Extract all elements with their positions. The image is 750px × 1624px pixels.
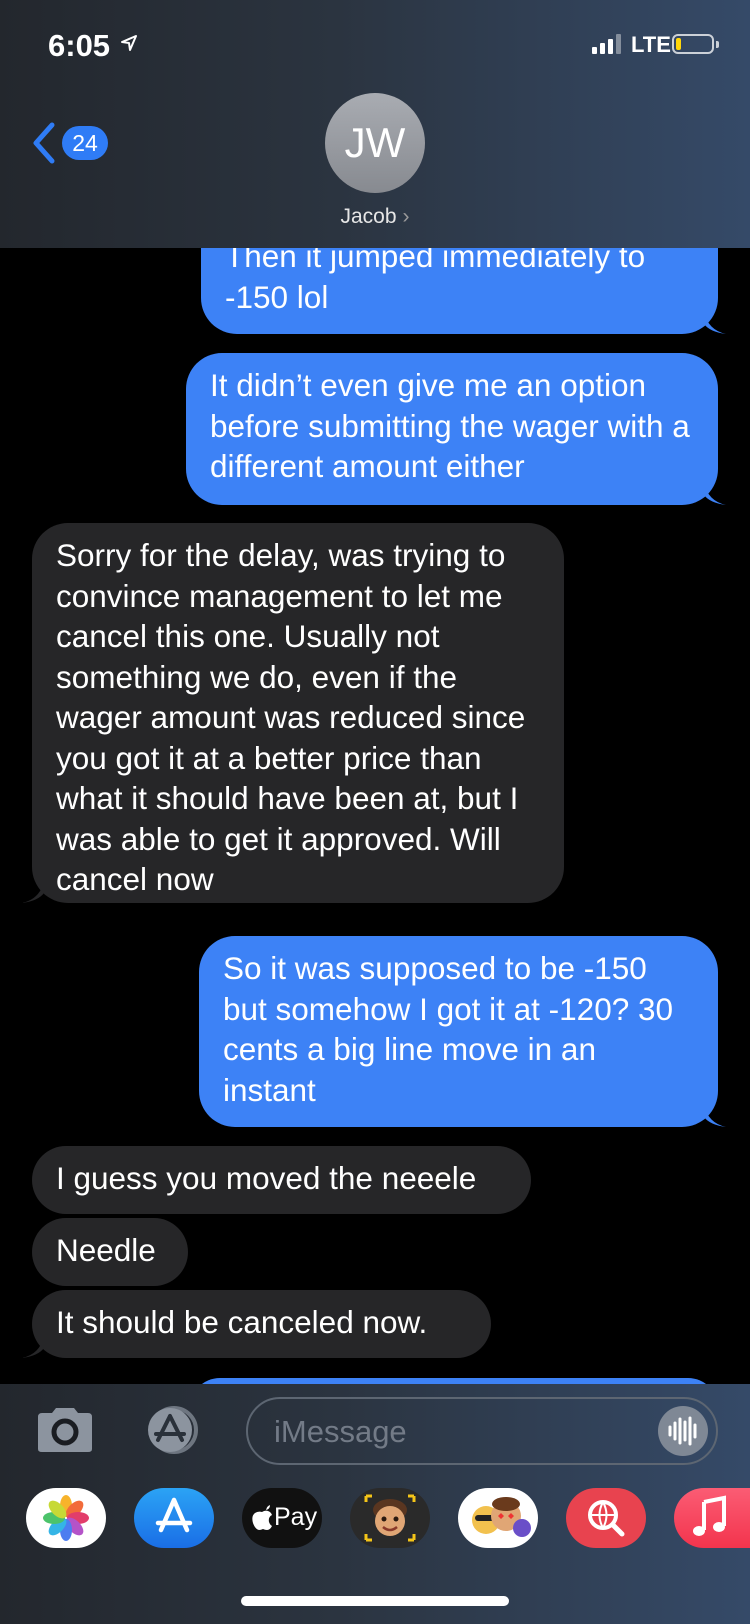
back-button[interactable]: 24 (30, 118, 120, 168)
message-bubble-sent[interactable]: Then it jumped immediately to -150 lol (201, 248, 718, 334)
app-drawer: Pay (0, 1488, 750, 1572)
chevron-left-icon (33, 122, 55, 164)
battery-tip (716, 41, 719, 48)
bubble-tail (704, 483, 726, 505)
apple-logo-icon (252, 1505, 272, 1530)
message-bubble-sent[interactable]: It didn’t even give me an option before … (186, 353, 718, 505)
message-text: It didn’t even give me an option before … (210, 367, 690, 484)
memoji-icon[interactable] (350, 1488, 430, 1548)
location-arrow-icon (121, 35, 137, 51)
composer-bar: iMessage Pay (0, 1384, 750, 1624)
animoji-faces (472, 1497, 531, 1537)
unread-count-badge: 24 (62, 126, 108, 160)
cellular-signal-icon (592, 34, 622, 54)
home-indicator[interactable] (241, 1596, 509, 1606)
network-type: LTE (631, 32, 671, 57)
audio-message-button[interactable] (658, 1406, 708, 1456)
message-text: Needle (56, 1232, 156, 1268)
status-time: 6:05 (48, 28, 111, 63)
bubble-tail (704, 312, 726, 334)
conversation-header: 6:05 LTE 24 JW Jacob › (0, 0, 750, 248)
music-note-icon (693, 1495, 726, 1536)
contact-avatar[interactable]: JW (325, 93, 425, 193)
app-store-icon[interactable] (140, 1405, 212, 1455)
bubble-tail (704, 1105, 726, 1127)
message-text: Sorry for the delay, was trying to convi… (56, 537, 526, 897)
message-bubble-sent[interactable]: So it was supposed to be -150 but someho… (199, 936, 718, 1127)
search-globe-icon (588, 1500, 625, 1537)
apple-pay-label: Pay (274, 1503, 318, 1531)
message-text: It should be canceled now. (56, 1304, 428, 1340)
message-text: Then it jumped immediately to -150 lol (225, 248, 646, 315)
apple-pay-icon[interactable]: Pay (242, 1488, 322, 1548)
bubble-tail (22, 881, 44, 903)
message-bubble-received[interactable]: Sorry for the delay, was trying to convi… (32, 523, 564, 903)
web-search-icon[interactable] (566, 1488, 646, 1548)
message-input[interactable]: iMessage (246, 1397, 718, 1465)
waveform-icon (668, 1416, 697, 1446)
message-list[interactable]: Then it jumped immediately to -150 lol I… (0, 248, 750, 1384)
photos-flower (43, 1495, 89, 1541)
message-text: I guess you moved the neeele (56, 1160, 477, 1196)
chevron-right-icon: › (402, 205, 410, 228)
message-bubble-received[interactable]: It should be canceled now. (32, 1290, 491, 1358)
music-icon[interactable] (674, 1488, 750, 1548)
camera-icon[interactable] (34, 1407, 96, 1453)
battery-level (676, 38, 681, 50)
message-input-placeholder: iMessage (274, 1414, 407, 1449)
battery-icon (672, 34, 714, 54)
contact-name-button[interactable]: Jacob › (0, 205, 750, 229)
photos-icon[interactable] (26, 1488, 106, 1548)
app-store-icon[interactable] (134, 1488, 214, 1548)
message-text: So it was supposed to be -150 but someho… (223, 950, 674, 1108)
animoji-icon[interactable] (458, 1488, 538, 1548)
message-bubble-received[interactable]: Needle (32, 1218, 188, 1286)
message-bubble-received[interactable]: I guess you moved the neeele (32, 1146, 531, 1214)
bubble-tail (22, 1336, 44, 1358)
app-store-glyph (155, 1497, 193, 1533)
contact-name: Jacob (340, 205, 397, 228)
memoji-face (364, 1494, 416, 1542)
